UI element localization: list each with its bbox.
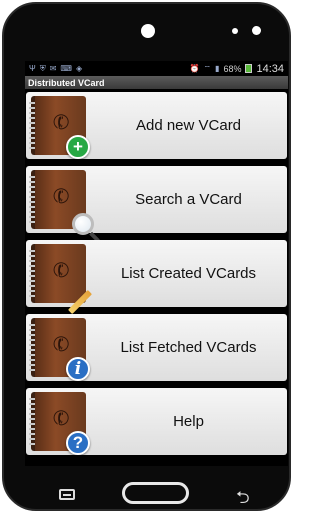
shield-icon: ⛨ bbox=[39, 63, 46, 73]
sensor-dot bbox=[232, 28, 238, 34]
usb-icon: Ψ bbox=[29, 63, 36, 73]
list-created-vcards-button[interactable]: ✆ List Created VCards bbox=[26, 240, 287, 315]
menu-item-label: List Fetched VCards bbox=[120, 339, 257, 356]
clock: 14:34 bbox=[256, 62, 284, 75]
proximity-sensor bbox=[252, 26, 261, 35]
phone-handset-icon: ✆ bbox=[49, 331, 74, 359]
address-book-icon: ✆ + bbox=[29, 96, 90, 159]
address-book-icon: ✆ bbox=[29, 170, 94, 235]
address-book-icon: ✆ bbox=[29, 244, 93, 315]
magnifier-icon bbox=[72, 213, 94, 235]
info-badge-icon: i bbox=[66, 357, 90, 381]
menu-item-label: Add new VCard bbox=[135, 117, 242, 134]
search-vcard-button[interactable]: ✆ Search a VCard bbox=[26, 166, 287, 235]
phone-handset-icon: ✆ bbox=[49, 405, 74, 433]
list-fetched-vcards-button[interactable]: ✆ i List Fetched VCards bbox=[26, 314, 287, 381]
address-book-icon: ✆ i bbox=[29, 318, 90, 381]
security-icon: ◈ bbox=[75, 63, 83, 73]
alarm-icon: ⏰ bbox=[189, 63, 200, 73]
battery-icon bbox=[245, 64, 253, 73]
add-badge-icon: + bbox=[66, 135, 90, 159]
signal-icon: ▮ bbox=[215, 63, 220, 73]
add-vcard-button[interactable]: ✆ + Add new VCard bbox=[26, 92, 287, 159]
menu-icon[interactable] bbox=[59, 489, 75, 500]
navigation-bar: ⮌ bbox=[4, 480, 289, 508]
keyboard-icon: ⌨ bbox=[60, 63, 72, 73]
home-icon[interactable] bbox=[122, 482, 189, 504]
main-menu: ✆ + Add new VCard ✆ Search a VCard ✆ Lis… bbox=[25, 89, 288, 455]
phone-frame: Ψ ⛨ ✉ ⌨ ◈ ⏰ ⌔ ▮ 68% 14:34 Distributed VC… bbox=[2, 2, 291, 511]
phone-handset-icon: ✆ bbox=[49, 183, 74, 211]
front-camera bbox=[141, 24, 155, 38]
help-badge-icon: ? bbox=[66, 431, 90, 455]
address-book-icon: ✆ ? bbox=[29, 392, 90, 455]
app-title: Distributed VCard bbox=[28, 77, 105, 88]
menu-item-label: Help bbox=[173, 413, 204, 430]
help-button[interactable]: ✆ ? Help bbox=[26, 388, 287, 455]
phone-handset-icon: ✆ bbox=[49, 257, 74, 285]
app-title-bar: Distributed VCard bbox=[25, 76, 288, 89]
phone-handset-icon: ✆ bbox=[49, 109, 74, 137]
menu-item-label: List Created VCards bbox=[120, 265, 257, 282]
battery-percent: 68% bbox=[223, 63, 242, 74]
wifi-icon: ⌔ bbox=[203, 63, 212, 73]
screen: Ψ ⛨ ✉ ⌨ ◈ ⏰ ⌔ ▮ 68% 14:34 Distributed VC… bbox=[25, 61, 288, 466]
pencil-icon bbox=[67, 289, 93, 315]
menu-item-label: Search a VCard bbox=[135, 191, 242, 208]
back-icon[interactable]: ⮌ bbox=[236, 485, 250, 513]
email-icon: ✉ bbox=[49, 63, 57, 73]
status-bar: Ψ ⛨ ✉ ⌨ ◈ ⏰ ⌔ ▮ 68% 14:34 bbox=[25, 61, 288, 76]
